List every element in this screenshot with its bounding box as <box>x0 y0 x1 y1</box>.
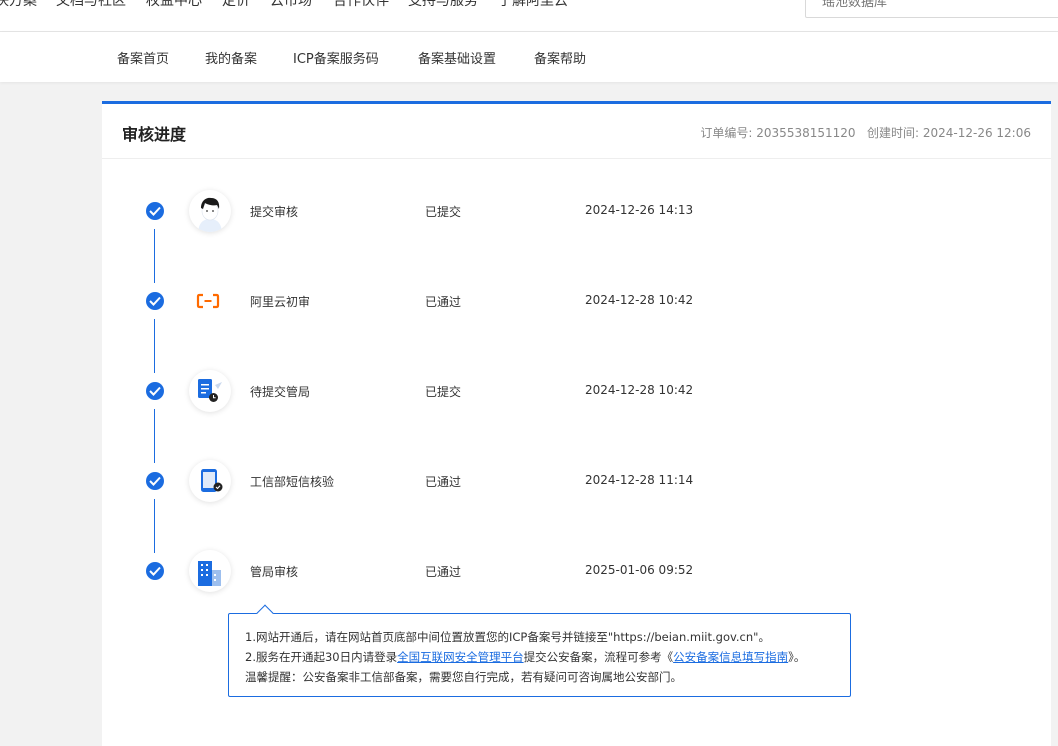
notice-line-2-prefix: 2.服务在开通起30日内请登录 <box>245 650 398 664</box>
top-nav-item-marketplace[interactable]: 云市场 <box>270 0 312 10</box>
step-status: 已通过 <box>425 565 462 579</box>
step-name: 提交审核 <box>250 205 299 219</box>
timeline-connector <box>154 319 155 373</box>
top-nav-item-solutions[interactable]: 决方案 <box>0 0 37 10</box>
check-icon <box>146 382 164 400</box>
step-status: 已通过 <box>425 475 462 489</box>
step-time: 2024-12-28 10:42 <box>585 383 694 397</box>
notice-line-2: 2.服务在开通起30日内请登录全国互联网安全管理平台提交公安备案，流程可参考《公… <box>245 647 850 667</box>
tab-my-beian[interactable]: 我的备案 <box>205 48 257 67</box>
check-icon <box>146 292 164 310</box>
card-divider <box>102 158 1051 159</box>
check-icon <box>146 562 164 580</box>
top-nav: 决方案 文档与社区 权益中心 定价 云市场 合作伙伴 支持与服务 了解阿里云 <box>0 0 1058 32</box>
notice-line-2-suffix: 》。 <box>788 650 806 664</box>
step-name: 管局审核 <box>250 565 299 579</box>
card-title: 审核进度 <box>122 125 187 144</box>
created-time: 创建时间: 2024-12-26 12:06 <box>867 126 1031 140</box>
top-nav-item-docs[interactable]: 文档与社区 <box>56 0 126 10</box>
timeline-connector <box>154 409 155 463</box>
security-platform-link[interactable]: 全国互联网安全管理平台 <box>397 650 524 664</box>
step-time: 2024-12-28 11:14 <box>585 473 694 487</box>
phone-check-icon <box>189 460 231 502</box>
security-guide-link[interactable]: 公安备案信息填写指南 <box>673 650 788 664</box>
top-nav-item-support[interactable]: 支持与服务 <box>408 0 478 10</box>
timeline-step: 待提交管局 已提交 2024-12-28 10:42 <box>102 366 1051 416</box>
order-number: 订单编号: 2035538151120 <box>700 126 856 140</box>
timeline-connector <box>154 499 155 553</box>
notice-arrow <box>256 604 274 622</box>
notice-line-2-middle: 提交公安备案，流程可参考《 <box>523 650 674 664</box>
avatar-icon <box>189 190 231 232</box>
timeline-step: 提交审核 已提交 2024-12-26 14:13 <box>102 186 1051 236</box>
step-name: 阿里云初审 <box>250 295 311 309</box>
timeline-step: 工信部短信核验 已通过 2024-12-28 11:14 <box>102 456 1051 506</box>
step-name: 工信部短信核验 <box>250 475 335 489</box>
tab-beian-help[interactable]: 备案帮助 <box>534 48 586 67</box>
check-icon <box>146 472 164 490</box>
building-icon <box>189 550 231 592</box>
step-status: 已通过 <box>425 295 462 309</box>
notice-box: 1.网站开通后，请在网站首页底部中间位置放置您的ICP备案号并链接至"https… <box>228 604 851 697</box>
top-nav-item-partners[interactable]: 合作伙伴 <box>333 0 389 10</box>
step-status: 已提交 <box>425 205 462 219</box>
search-input[interactable] <box>806 0 1058 17</box>
tab-beian-home[interactable]: 备案首页 <box>117 48 169 67</box>
top-nav-item-pricing[interactable]: 定价 <box>222 0 250 10</box>
step-time: 2025-01-06 09:52 <box>585 563 694 577</box>
timeline-step: 阿里云初审 已通过 2024-12-28 10:42 <box>102 276 1051 326</box>
order-meta: 订单编号: 2035538151120 创建时间: 2024-12-26 12:… <box>700 124 1031 141</box>
step-time: 2024-12-26 14:13 <box>585 203 694 217</box>
step-status: 已提交 <box>425 385 462 399</box>
step-name: 待提交管局 <box>250 385 311 399</box>
notice-line-3: 温馨提醒：公安备案非工信部备案，需要您自行完成，若有疑问可咨询属地公安部门。 <box>245 670 682 684</box>
timeline-step: 管局审核 已通过 2025-01-06 09:52 <box>102 546 1051 596</box>
aliyun-logo-icon <box>196 290 220 312</box>
timeline-connector <box>154 229 155 283</box>
step-time: 2024-12-28 10:42 <box>585 293 694 307</box>
tab-icp-service-code[interactable]: ICP备案服务码 <box>293 48 379 67</box>
notice-line-1: 1.网站开通后，请在网站首页底部中间位置放置您的ICP备案号并链接至"https… <box>245 630 770 644</box>
check-icon <box>146 202 164 220</box>
top-nav-item-benefits[interactable]: 权益中心 <box>146 0 202 10</box>
document-clock-icon <box>189 370 231 412</box>
tab-beian-settings[interactable]: 备案基础设置 <box>418 48 496 67</box>
search-box <box>805 0 1058 18</box>
review-progress-card: 审核进度 订单编号: 2035538151120 创建时间: 2024-12-2… <box>102 101 1051 746</box>
sub-nav: 备案首页 我的备案 ICP备案服务码 备案基础设置 备案帮助 <box>0 32 1058 82</box>
top-nav-item-about[interactable]: 了解阿里云 <box>498 0 568 10</box>
